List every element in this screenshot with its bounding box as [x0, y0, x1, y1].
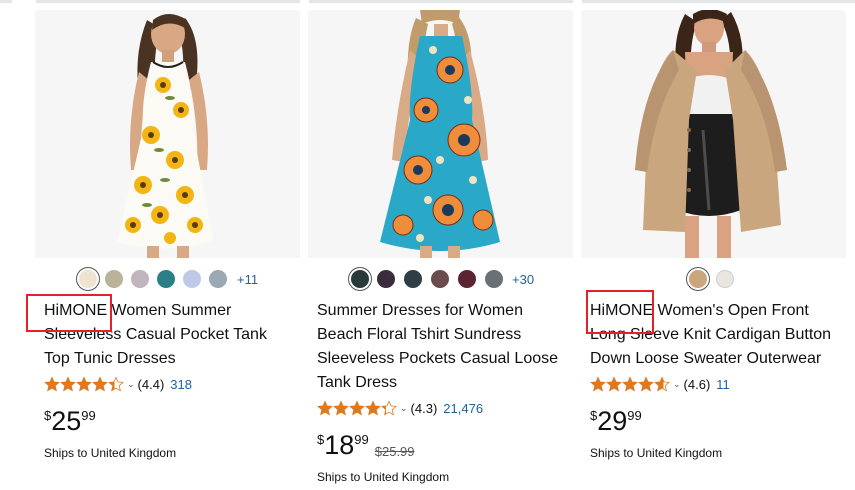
currency-symbol: $ — [590, 408, 598, 423]
star-icon — [60, 376, 76, 392]
more-colors-link[interactable]: +30 — [512, 272, 534, 287]
star-rating-icon — [44, 376, 124, 392]
color-swatch[interactable] — [131, 270, 149, 288]
price[interactable]: $ 25 99 — [44, 406, 96, 438]
price-fraction: 99 — [81, 408, 96, 423]
rating-value: (4.3) — [410, 400, 438, 416]
brand-highlight-box — [586, 290, 654, 334]
rating-row[interactable]: ⌄ (4.3) 21,476 — [317, 398, 483, 418]
star-icon — [317, 400, 333, 416]
shipping-info: Ships to United Kingdom — [590, 446, 723, 460]
product-image[interactable] — [308, 10, 573, 258]
star-icon — [638, 376, 654, 392]
chevron-down-icon[interactable]: ⌄ — [127, 379, 135, 390]
rating-value: (4.4) — [137, 376, 165, 392]
product-card-1[interactable]: +11 HiMONE Women Summer Sleeveless Casua… — [35, 10, 300, 490]
color-swatch[interactable] — [209, 270, 227, 288]
color-swatch[interactable] — [157, 270, 175, 288]
price-fraction: 99 — [627, 408, 642, 423]
star-icon — [381, 400, 397, 416]
star-rating-icon — [317, 400, 397, 416]
currency-symbol: $ — [44, 408, 52, 423]
price-whole: 18 — [324, 430, 355, 460]
rating-row[interactable]: ⌄ (4.6) 11 — [590, 374, 730, 394]
review-count-link[interactable]: 11 — [716, 377, 730, 392]
color-swatch[interactable] — [458, 270, 476, 288]
more-colors-link[interactable]: +11 — [237, 272, 258, 287]
product-title-text: Summer Dresses for Women Beach Floral Ts… — [317, 302, 559, 391]
color-swatch[interactable] — [689, 270, 707, 288]
product-image[interactable] — [581, 10, 846, 258]
color-swatch[interactable] — [105, 270, 123, 288]
star-icon — [44, 376, 60, 392]
price[interactable]: $ 29 99 — [590, 406, 642, 438]
star-icon — [76, 376, 92, 392]
list-price: $25.99 — [374, 444, 415, 459]
chevron-down-icon[interactable]: ⌄ — [400, 403, 408, 414]
product-title-link[interactable]: Summer Dresses for Women Beach Floral Ts… — [317, 299, 562, 395]
product-card-2[interactable]: +30 Summer Dresses for Women Beach Flora… — [308, 10, 573, 490]
brand-highlight-box — [26, 294, 112, 332]
chevron-down-icon[interactable]: ⌄ — [673, 379, 681, 390]
color-swatches: +30 — [308, 268, 573, 292]
color-swatch[interactable] — [404, 270, 422, 288]
price-fraction: 99 — [354, 432, 369, 447]
star-icon — [654, 376, 670, 392]
star-icon — [606, 376, 622, 392]
top-border — [0, 0, 855, 3]
rating-value: (4.6) — [683, 376, 711, 392]
color-swatches — [581, 268, 846, 292]
review-count-link[interactable]: 318 — [170, 377, 192, 392]
color-swatch[interactable] — [183, 270, 201, 288]
currency-symbol: $ — [317, 432, 325, 447]
star-icon — [590, 376, 606, 392]
star-rating-icon — [590, 376, 670, 392]
color-swatch[interactable] — [431, 270, 449, 288]
star-icon — [365, 400, 381, 416]
star-icon — [349, 400, 365, 416]
star-icon — [108, 376, 124, 392]
shipping-info: Ships to United Kingdom — [44, 446, 177, 460]
color-swatch[interactable] — [351, 270, 369, 288]
color-swatch[interactable] — [79, 270, 97, 288]
price[interactable]: $ 18 99 $25.99 — [317, 430, 415, 462]
color-swatch[interactable] — [485, 270, 503, 288]
star-icon — [333, 400, 349, 416]
product-card-3[interactable]: HiMONE Women's Open Front Long Sleeve Kn… — [581, 10, 846, 490]
rating-row[interactable]: ⌄ (4.4) 318 — [44, 374, 192, 394]
product-image[interactable] — [35, 10, 300, 258]
price-whole: 29 — [597, 406, 628, 436]
price-whole: 25 — [51, 406, 82, 436]
color-swatch[interactable] — [377, 270, 395, 288]
star-icon — [622, 376, 638, 392]
review-count-link[interactable]: 21,476 — [443, 401, 483, 416]
color-swatches: +11 — [35, 268, 300, 292]
shipping-info: Ships to United Kingdom — [317, 470, 450, 484]
color-swatch[interactable] — [716, 270, 734, 288]
star-icon — [92, 376, 108, 392]
